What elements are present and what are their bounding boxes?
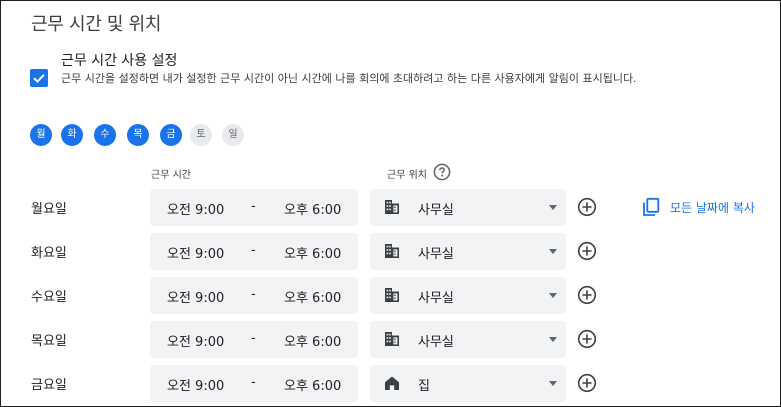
end-time[interactable]: 오후 6:00 [284, 375, 341, 394]
day-chip-mon[interactable]: 월 [30, 124, 52, 146]
row-day-label: 목요일 [31, 334, 67, 349]
location-select[interactable]: 집 [370, 365, 566, 402]
row-day-label: 금요일 [31, 378, 67, 393]
end-time[interactable]: 오후 6:00 [284, 243, 341, 262]
time-range-field[interactable]: 오전 9:00 - 오후 6:00 [150, 277, 358, 314]
location-select[interactable]: 사무실 [370, 277, 566, 314]
dropdown-arrow-icon [549, 381, 557, 386]
location-value: 집 [418, 379, 430, 394]
working-hours-description: 근무 시간을 설정하면 내가 설정한 근무 시간이 아닌 시간에 나를 회의에 … [61, 72, 637, 85]
time-separator: - [251, 199, 256, 214]
end-time[interactable]: 오후 6:00 [284, 287, 341, 306]
start-time[interactable]: 오전 9:00 [167, 243, 224, 262]
office-building-icon [385, 288, 399, 302]
day-chip-thu[interactable]: 목 [127, 124, 149, 146]
time-range-field[interactable]: 오전 9:00 - 오후 6:00 [150, 321, 358, 358]
help-icon[interactable] [433, 163, 451, 181]
location-value: 사무실 [418, 291, 454, 306]
end-time[interactable]: 오후 6:00 [284, 199, 341, 218]
copy-icon [643, 197, 660, 216]
time-range-field[interactable]: 오전 9:00 - 오후 6:00 [150, 365, 358, 402]
copy-to-all-days-label: 모든 날짜에 복사 [670, 201, 755, 215]
add-time-icon[interactable] [577, 197, 597, 217]
working-hours-checkbox[interactable] [30, 69, 48, 87]
day-chip-sun[interactable]: 일 [222, 124, 244, 146]
dropdown-arrow-icon [549, 249, 557, 254]
section-title: 근무 시간 및 위치 [31, 14, 162, 35]
dropdown-arrow-icon [549, 293, 557, 298]
location-select[interactable]: 사무실 [370, 233, 566, 270]
office-building-icon [385, 200, 399, 214]
row-day-label: 화요일 [31, 246, 67, 261]
time-separator: - [251, 287, 256, 302]
office-building-icon [385, 244, 399, 258]
start-time[interactable]: 오전 9:00 [167, 375, 224, 394]
location-select[interactable]: 사무실 [370, 189, 566, 226]
start-time[interactable]: 오전 9:00 [167, 287, 224, 306]
working-hours-label: 근무 시간 사용 설정 [61, 53, 178, 69]
location-value: 사무실 [418, 247, 454, 262]
time-separator: - [251, 243, 256, 258]
start-time[interactable]: 오전 9:00 [167, 199, 224, 218]
column-header-hours: 근무 시간 [151, 170, 191, 181]
day-chip-tue[interactable]: 화 [61, 124, 83, 146]
location-value: 사무실 [418, 203, 454, 218]
day-chip-wed[interactable]: 수 [94, 124, 116, 146]
day-chip-fri[interactable]: 금 [160, 124, 182, 146]
start-time[interactable]: 오전 9:00 [167, 331, 224, 350]
column-header-location: 근무 위치 [387, 170, 427, 181]
dropdown-arrow-icon [549, 337, 557, 342]
row-day-label: 월요일 [31, 202, 67, 217]
add-time-icon[interactable] [577, 329, 597, 349]
add-time-icon[interactable] [577, 373, 597, 393]
time-separator: - [251, 375, 256, 390]
row-day-label: 수요일 [31, 290, 67, 305]
add-time-icon[interactable] [577, 241, 597, 261]
location-value: 사무실 [418, 335, 454, 350]
day-chip-sat[interactable]: 토 [190, 124, 212, 146]
office-building-icon [385, 332, 399, 346]
time-range-field[interactable]: 오전 9:00 - 오후 6:00 [150, 189, 358, 226]
end-time[interactable]: 오후 6:00 [284, 331, 341, 350]
checkmark-icon [33, 74, 45, 84]
dropdown-arrow-icon [549, 205, 557, 210]
add-time-icon[interactable] [577, 285, 597, 305]
time-range-field[interactable]: 오전 9:00 - 오후 6:00 [150, 233, 358, 270]
home-icon [385, 376, 399, 390]
location-select[interactable]: 사무실 [370, 321, 566, 358]
time-separator: - [251, 331, 256, 346]
